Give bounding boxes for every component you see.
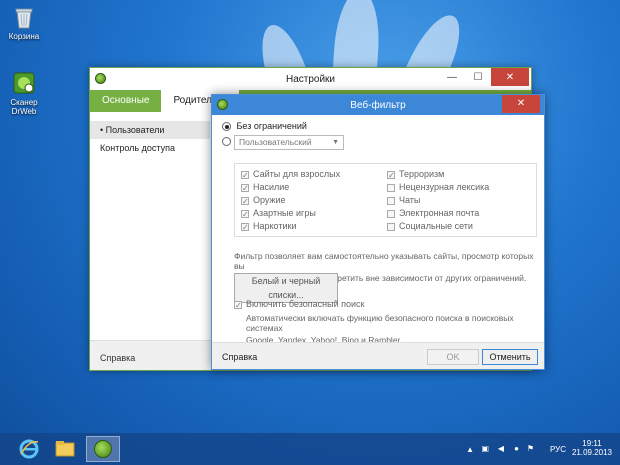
web-filter-titlebar[interactable]: Веб-фильтр ✕	[212, 95, 544, 115]
filter-mode-value: Пользовательский	[239, 137, 312, 147]
ok-button[interactable]: OK	[427, 349, 479, 365]
categories-box: ✓ Сайты для взрослых ✓ Насилие ✓ Оружие ✓ Аз…	[234, 163, 537, 237]
checkbox[interactable]	[387, 222, 395, 231]
category-label: Оружие	[253, 195, 286, 205]
category-label: Нецензурная лексика	[399, 182, 490, 192]
category-item[interactable]: Нецензурная лексика	[387, 182, 489, 192]
close-icon: ✕	[516, 98, 526, 109]
cancel-button[interactable]: Отменить	[482, 349, 538, 365]
checkbox[interactable]	[387, 183, 395, 192]
close-button[interactable]: ✕	[491, 68, 529, 86]
clock-time: 19:11	[582, 439, 602, 448]
dialog-close-button[interactable]: ✕	[502, 95, 540, 113]
maximize-button[interactable]: ☐	[465, 68, 491, 86]
filter-mode-select[interactable]: Пользовательский ▼	[234, 135, 344, 150]
taskbar-drweb[interactable]	[86, 436, 120, 462]
checkbox[interactable]: ✓	[241, 209, 249, 218]
drweb-scanner-icon	[11, 70, 37, 96]
category-label: Наркотики	[253, 221, 297, 231]
category-item[interactable]: ✓ Насилие	[241, 182, 289, 192]
category-item[interactable]: Электронная почта	[387, 208, 479, 218]
safe-search-checkbox[interactable]: ✓	[234, 300, 242, 309]
sidebar-item-access-control[interactable]: Контроль доступа	[90, 139, 210, 157]
category-item[interactable]: ✓ Сайты для взрослых	[241, 169, 340, 179]
minimize-button[interactable]: —	[439, 68, 465, 86]
radio-unrestricted-row[interactable]: Без ограничений	[222, 121, 307, 132]
safe-search-description: Автоматически включать функцию безопасно…	[246, 313, 544, 345]
sidebar-item-users[interactable]: • Пользователи	[90, 121, 210, 139]
category-item[interactable]: ✓ Терроризм	[387, 169, 444, 179]
radio-custom[interactable]	[222, 137, 231, 147]
language-indicator[interactable]: РУС	[550, 445, 566, 454]
web-filter-dialog: Веб-фильтр ✕ Без ограничений Пользовател…	[211, 94, 545, 370]
clock[interactable]: 19:11 21.09.2013	[570, 439, 614, 457]
checkbox[interactable]: ✓	[387, 170, 395, 179]
category-item[interactable]: Социальные сети	[387, 221, 473, 231]
checkbox[interactable]	[387, 196, 395, 205]
taskbar-explorer[interactable]	[48, 436, 82, 462]
category-item[interactable]: ✓ Оружие	[241, 195, 286, 205]
settings-sidebar: • Пользователи Контроль доступа	[90, 112, 210, 370]
maximize-icon: ☐	[473, 71, 483, 83]
radio-unrestricted[interactable]	[222, 122, 231, 132]
category-label: Терроризм	[399, 169, 445, 179]
category-item[interactable]: ✓ Азартные игры	[241, 208, 316, 218]
clock-date: 21.09.2013	[571, 448, 613, 457]
settings-titlebar[interactable]: Настройки — ☐ ✕	[90, 68, 531, 90]
help-link[interactable]: Справка	[100, 353, 135, 363]
radio-custom-row[interactable]	[222, 136, 231, 147]
checkbox[interactable]: ✓	[241, 222, 249, 231]
dialog-footer: Справка OK Отменить	[212, 342, 544, 369]
taskbar-ie[interactable]	[12, 436, 46, 462]
desktop-icon-drweb-scanner[interactable]: Сканер DrWeb	[0, 70, 48, 116]
tray-flag-icon[interactable]: ⚑	[527, 444, 534, 453]
filter-description-line: Фильтр позволяет вам самостоятельно указ…	[234, 251, 534, 271]
checkbox[interactable]: ✓	[241, 183, 249, 192]
drweb-app-icon	[94, 440, 112, 458]
taskbar: ▲ ▣ ◀ ● ⚑ РУС 19:11 21.09.2013	[0, 433, 620, 465]
desktop-icon-recycle-bin[interactable]: Корзина	[0, 4, 48, 41]
safe-search-description-line: Автоматически включать функцию безопасно…	[246, 313, 514, 333]
close-icon: ✕	[505, 71, 515, 83]
chevron-down-icon: ▼	[332, 139, 339, 146]
category-item[interactable]: Чаты	[387, 195, 420, 205]
recycle-bin-icon	[11, 4, 37, 30]
checkbox[interactable]	[387, 209, 395, 218]
safe-search-label: Включить безопасный поиск	[246, 299, 365, 309]
tray-network-icon[interactable]: ▣	[481, 444, 489, 453]
category-label: Электронная почта	[399, 208, 480, 218]
folder-icon	[55, 441, 75, 457]
category-item[interactable]: ✓ Наркотики	[241, 221, 296, 231]
web-filter-title: Веб-фильтр	[350, 100, 406, 111]
desktop-icon-label: Сканер DrWeb	[10, 98, 38, 116]
checkbox[interactable]: ✓	[241, 170, 249, 179]
category-label: Сайты для взрослых	[253, 169, 341, 179]
category-label: Социальные сети	[399, 221, 473, 231]
dialog-help-link[interactable]: Справка	[222, 352, 257, 362]
category-label: Чаты	[399, 195, 421, 205]
tab-general[interactable]: Основные	[90, 90, 161, 112]
minimize-icon: —	[447, 71, 457, 83]
desktop-icon-label: Корзина	[8, 32, 40, 41]
safe-search-row[interactable]: ✓ Включить безопасный поиск	[234, 299, 364, 309]
radio-unrestricted-label: Без ограничений	[236, 121, 307, 131]
tray-drweb-icon[interactable]: ●	[514, 444, 519, 453]
tray-volume-icon[interactable]: ◀	[498, 444, 504, 453]
category-label: Азартные игры	[253, 208, 316, 218]
category-label: Насилие	[253, 182, 290, 192]
checkbox[interactable]: ✓	[241, 196, 249, 205]
internet-explorer-icon	[19, 439, 39, 459]
tray-arrow-icon[interactable]: ▲	[466, 445, 474, 454]
